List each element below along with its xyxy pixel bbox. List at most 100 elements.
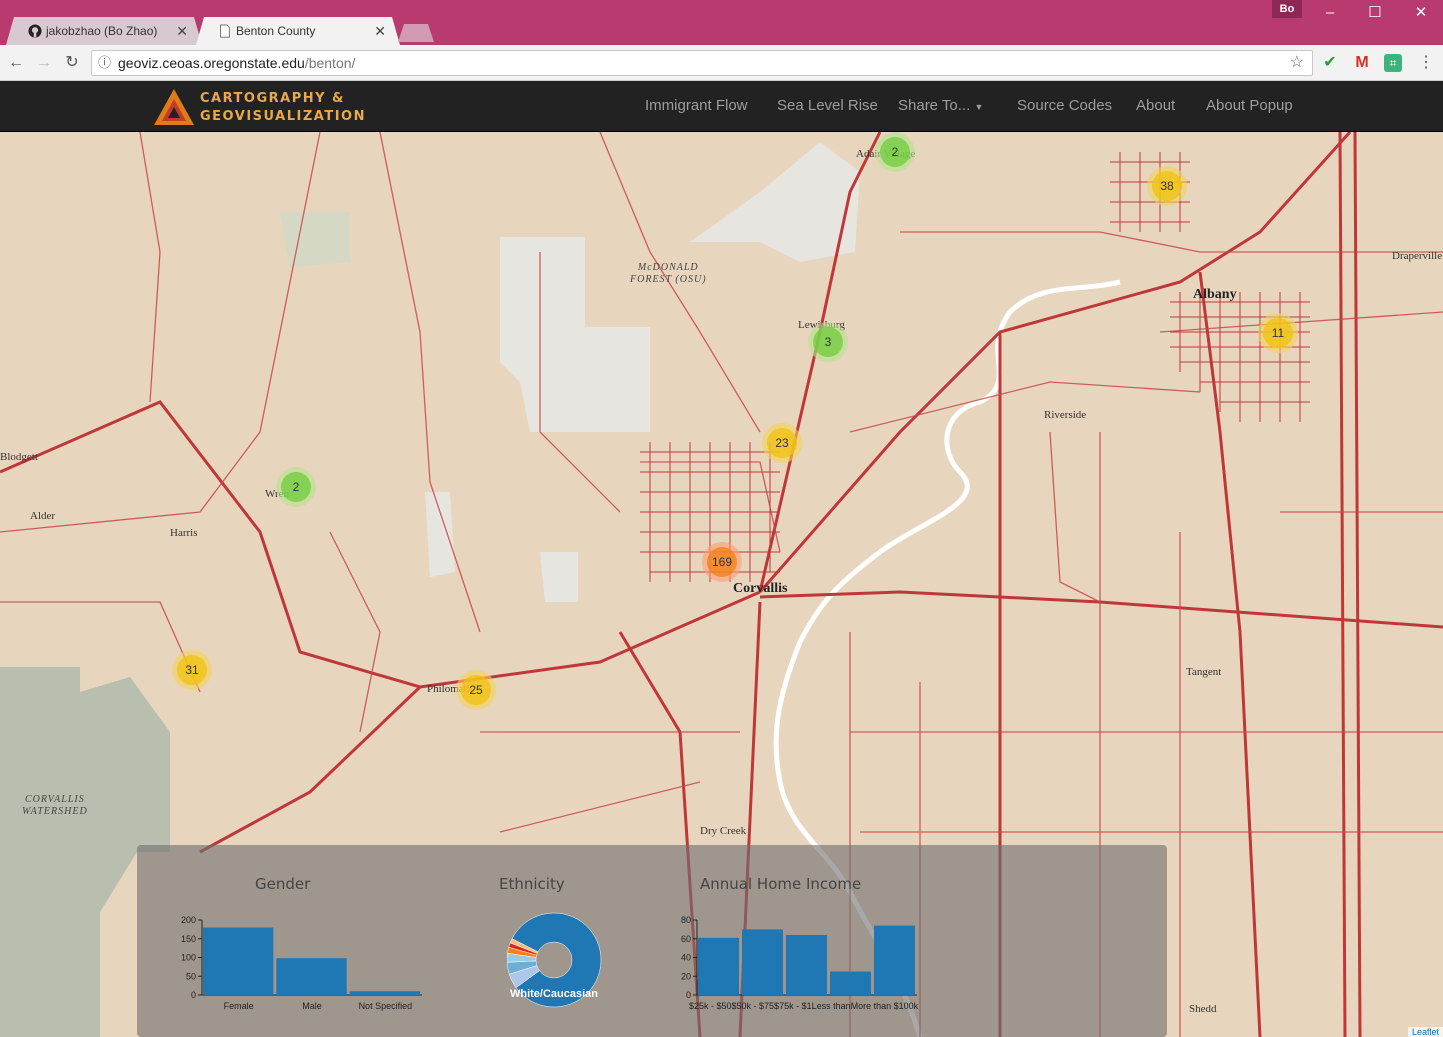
caret-down-icon: ▼ (974, 102, 984, 112)
forest-area (540, 552, 578, 602)
cluster-count: 169 (707, 547, 737, 577)
y-tick-label: 0 (686, 990, 691, 1000)
back-icon[interactable]: ← (6, 53, 26, 73)
ethnicity-donut-chart[interactable]: White/Caucasian (507, 900, 602, 1025)
tab-close-icon[interactable]: ✕ (176, 17, 188, 45)
charts-panel: Gender Ethnicity Annual Home Income 0 50 1… (137, 845, 1167, 1037)
gmail-icon[interactable]: M (1352, 53, 1372, 73)
bar[interactable] (830, 971, 871, 995)
tab-close-icon[interactable]: ✕ (374, 17, 386, 45)
forward-icon[interactable]: → (34, 53, 54, 73)
gender-bar-chart[interactable]: 0 50 100 150 200 Female Male Not Specified (167, 905, 437, 1015)
browser-toolbar: ← → ↻ ⓘ geoviz.ceoas.oregonstate.edu/ben… (0, 45, 1443, 81)
marker-cluster[interactable]: 38 (1147, 166, 1187, 206)
tab-label: Benton County (236, 24, 316, 38)
place-label: Shedd (1189, 1003, 1217, 1015)
marker-cluster[interactable]: 11 (1258, 313, 1298, 353)
y-tick-label: 50 (186, 971, 196, 981)
new-tab-button[interactable] (398, 24, 434, 42)
url-path: /benton/ (304, 55, 356, 71)
reload-icon[interactable]: ↻ (62, 53, 82, 73)
y-tick-label: 60 (681, 934, 691, 944)
logo-triangle-icon (154, 89, 194, 125)
map-canvas[interactable]: Adair Village McDONALDFOREST (OSU) Lewis… (0, 132, 1443, 1037)
nav-about[interactable]: About (1136, 97, 1175, 114)
cluster-count: 25 (461, 675, 491, 705)
logo-line2: GEOVISUALIZATION (200, 109, 366, 124)
cluster-count: 23 (767, 428, 797, 458)
bar[interactable] (698, 937, 739, 995)
github-icon (28, 24, 42, 38)
marker-cluster[interactable]: 23 (762, 423, 802, 463)
nav-immigrant-flow[interactable]: Immigrant Flow (645, 97, 748, 114)
tab-benton-county[interactable]: Benton County ✕ (196, 17, 400, 45)
place-label: Dry Creek (700, 825, 747, 837)
bar[interactable] (786, 935, 827, 995)
nav-sea-level-rise[interactable]: Sea Level Rise (777, 97, 878, 114)
x-tick-label: Male (302, 1001, 322, 1011)
x-tick-label: Female (224, 1001, 254, 1011)
y-tick-label: 40 (681, 953, 691, 963)
marker-cluster[interactable]: 31 (172, 650, 212, 690)
y-tick-label: 20 (681, 971, 691, 981)
income-chart-title: Annual Home Income (700, 875, 862, 893)
page-icon (218, 24, 232, 38)
nav-share-label: Share To... (898, 97, 971, 114)
bar[interactable] (203, 927, 274, 996)
marker-cluster[interactable]: 3 (808, 322, 848, 362)
place-label: WATERSHED (22, 806, 88, 817)
minimize-icon[interactable]: – (1317, 4, 1343, 22)
bar[interactable] (276, 958, 347, 995)
bookmark-star-icon[interactable]: ☆ (1290, 51, 1304, 75)
income-bar-chart[interactable]: 0 20 40 60 80 $25k - $50$50k - $75$75k - $1Le… (667, 905, 947, 1015)
close-icon[interactable]: ✕ (1408, 4, 1434, 22)
x-tick-label: Not Specified (359, 1001, 413, 1011)
cluster-count: 3 (813, 327, 843, 357)
address-bar[interactable]: ⓘ geoviz.ceoas.oregonstate.edu/benton/ ☆ (91, 50, 1313, 76)
place-label-area: McDONALD FOREST (OSU) (630, 262, 707, 286)
place-label: Albany (1193, 287, 1237, 302)
cluster-count: 2 (880, 137, 910, 167)
nav-source-codes[interactable]: Source Codes (1017, 97, 1112, 114)
marker-cluster[interactable]: 25 (456, 670, 496, 710)
forest-area (425, 492, 455, 577)
checkmark-extension-icon[interactable]: ✔ (1320, 53, 1340, 73)
y-tick-label: 0 (191, 990, 196, 1000)
browser-titlebar: jakobzhao (Bo Zhao) ✕ Benton County ✕ Bo… (0, 0, 1443, 45)
cluster-count: 11 (1263, 318, 1293, 348)
extension-icon[interactable]: ⌗ (1384, 54, 1402, 72)
marker-cluster[interactable]: 2 (875, 132, 915, 172)
cluster-count: 38 (1152, 171, 1182, 201)
cluster-count: 2 (281, 472, 311, 502)
donut-center-label: White/Caucasian (510, 988, 598, 1000)
bar[interactable] (349, 991, 420, 995)
y-tick-label: 100 (181, 953, 196, 963)
menu-icon[interactable]: ⋮ (1416, 53, 1436, 73)
ethnicity-chart-title: Ethnicity (499, 875, 565, 893)
y-tick-label: 200 (181, 915, 196, 925)
cluster-count: 31 (177, 655, 207, 685)
profile-button[interactable]: Bo (1272, 0, 1302, 18)
info-icon[interactable]: ⓘ (98, 51, 111, 75)
bar[interactable] (874, 925, 915, 995)
leaflet-attribution[interactable]: Leaflet (1407, 1027, 1443, 1037)
y-tick-label: 80 (681, 915, 691, 925)
place-label-area: CORVALLIS WATERSHED (22, 794, 88, 818)
site-logo[interactable]: CARTOGRAPHY & GEOVISUALIZATION (152, 85, 364, 129)
x-tick-labels: $25k - $50$50k - $75$75k - $1Less thanMo… (689, 1001, 919, 1011)
place-label: Blodgett (0, 451, 38, 463)
nav-about-popup[interactable]: About Popup (1206, 97, 1293, 114)
nav-share-to[interactable]: Share To... ▼ (898, 97, 983, 114)
tab-label: jakobzhao (Bo Zhao) (46, 24, 158, 38)
tab-github[interactable]: jakobzhao (Bo Zhao) ✕ (6, 17, 202, 45)
maximize-icon[interactable]: ☐ (1362, 4, 1388, 22)
gender-chart-title: Gender (255, 875, 311, 893)
bar[interactable] (742, 929, 783, 995)
logo-line1: CARTOGRAPHY & (200, 91, 345, 106)
y-tick-label: 150 (181, 934, 196, 944)
site-navbar: CARTOGRAPHY & GEOVISUALIZATION Immigrant … (0, 81, 1443, 132)
marker-cluster[interactable]: 169 (702, 542, 742, 582)
place-label: McDONALD (637, 262, 699, 273)
marker-cluster[interactable]: 2 (276, 467, 316, 507)
place-label: Alder (30, 510, 56, 522)
